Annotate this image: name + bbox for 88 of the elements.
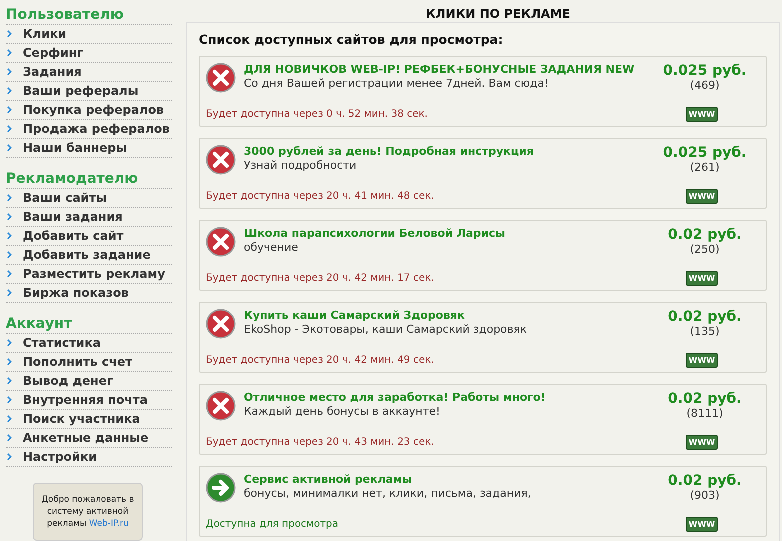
- sidebar-item[interactable]: Пополнить счет: [6, 353, 172, 372]
- chevron-icon: [7, 106, 12, 114]
- list-heading: Список доступных сайтов для просмотра:: [199, 31, 504, 49]
- site-title[interactable]: Сервис активной рекламы: [244, 472, 642, 487]
- price: 0.025 руб.: [663, 144, 747, 161]
- chevron-icon: [7, 87, 12, 95]
- sidebar-item[interactable]: Ваши задания: [6, 208, 172, 227]
- chevron-icon: [7, 251, 12, 259]
- site-description: Узнай подробности: [244, 158, 358, 173]
- visit-button[interactable]: WWW: [686, 188, 718, 204]
- price: 0.02 руб.: [668, 226, 742, 243]
- chevron-icon: [7, 377, 12, 385]
- chevron-icon: [7, 434, 12, 442]
- welcome-banner: Добро пожаловать в систему активной рекламы Web-IP.ru: [33, 483, 143, 541]
- availability-status: Будет доступна через 20 ч. 41 мин. 48 сек.: [206, 190, 434, 204]
- chevron-icon: [7, 125, 12, 133]
- price: 0.02 руб.: [668, 390, 742, 407]
- arrow-right-icon: [206, 472, 236, 503]
- sidebar-item[interactable]: Добавить задание: [6, 246, 172, 265]
- chevron-icon: [7, 339, 12, 347]
- view-count: (8111): [686, 406, 724, 421]
- price: 0.02 руб.: [668, 472, 742, 489]
- sidebar-heading: Рекламодателю: [6, 170, 172, 189]
- availability-status: Будет доступна через 20 ч. 42 мин. 49 сек.: [206, 354, 434, 368]
- view-count: (469): [690, 78, 720, 93]
- sidebar-item[interactable]: Покупка рефералов: [6, 101, 172, 120]
- sidebar-item[interactable]: Добавить сайт: [6, 227, 172, 246]
- sidebar-item[interactable]: Настройки: [6, 448, 172, 467]
- availability-status: Доступна для просмотра: [206, 518, 339, 532]
- sidebar-item[interactable]: Наши баннеры: [6, 139, 172, 158]
- site-title[interactable]: 3000 рублей за день! Подробная инструкция: [244, 144, 642, 159]
- availability-status: Будет доступна через 0 ч. 52 мин. 38 сек.: [206, 108, 428, 122]
- sidebar-item[interactable]: Продажа рефералов: [6, 120, 172, 139]
- close-icon: [206, 390, 236, 421]
- view-count: (903): [690, 488, 720, 503]
- chevron-icon: [7, 232, 12, 240]
- visit-button[interactable]: WWW: [686, 352, 718, 368]
- view-count: (135): [690, 324, 720, 339]
- sidebar-item[interactable]: Биржа показов: [6, 284, 172, 303]
- price: 0.02 руб.: [668, 308, 742, 325]
- sidebar-item[interactable]: Клики: [6, 25, 172, 44]
- availability-status: Будет доступна через 20 ч. 42 мин. 17 сек.: [206, 272, 434, 286]
- visit-button[interactable]: WWW: [686, 270, 718, 286]
- sidebar-item[interactable]: Внутренняя почта: [6, 391, 172, 410]
- site-description: обучение: [244, 240, 300, 255]
- site-description: EkoShop - Экотовары, каши Самарский здоровяк: [244, 322, 528, 337]
- sidebar-item[interactable]: Вывод денег: [6, 372, 172, 391]
- chevron-icon: [7, 49, 12, 57]
- chevron-icon: [7, 30, 12, 38]
- chevron-icon: [7, 396, 12, 404]
- chevron-icon: [7, 453, 12, 461]
- sidebar-heading: Пользователю: [6, 6, 172, 25]
- price: 0.025 руб.: [663, 62, 747, 79]
- sidebar-heading: Аккаунт: [6, 315, 172, 334]
- site-title[interactable]: Отличное место для заработка! Работы много!: [244, 390, 642, 405]
- sidebar-item[interactable]: Ваши рефералы: [6, 82, 172, 101]
- visit-button[interactable]: WWW: [686, 516, 718, 532]
- close-icon: [206, 62, 236, 93]
- site-description: Со дня Вашей регистрации менее 7дней. Вам сюда!: [244, 76, 550, 91]
- sidebar-item[interactable]: Разместить рекламу: [6, 265, 172, 284]
- chevron-icon: [7, 68, 12, 76]
- sidebar-item[interactable]: Поиск участника: [6, 410, 172, 429]
- chevron-icon: [7, 270, 12, 278]
- visit-button[interactable]: WWW: [686, 434, 718, 450]
- site-description: Каждый день бонусы в аккаунте!: [244, 404, 442, 419]
- site-title[interactable]: ДЛЯ НОВИЧКОВ WEB-IP! РЕФБЕК+БОНУСНЫЕ ЗАДАНИЯ NEW: [244, 62, 642, 77]
- visit-button[interactable]: WWW: [686, 106, 718, 122]
- chevron-icon: [7, 415, 12, 423]
- site-description: бонусы, минималки нет, клики, письма, задания,: [244, 486, 532, 501]
- sidebar-item[interactable]: Серфинг: [6, 44, 172, 63]
- sidebar-item[interactable]: Ваши сайты: [6, 189, 172, 208]
- close-icon: [206, 144, 236, 175]
- page-title: КЛИКИ ПО РЕКЛАМЕ: [425, 6, 572, 22]
- chevron-icon: [7, 289, 12, 297]
- chevron-icon: [7, 144, 12, 152]
- site-title[interactable]: Купить каши Самарский Здоровяк: [244, 308, 642, 323]
- close-icon: [206, 308, 236, 339]
- availability-status: Будет доступна через 20 ч. 43 мин. 23 сек.: [206, 436, 434, 450]
- close-icon: [206, 226, 236, 257]
- sidebar-item[interactable]: Задания: [6, 63, 172, 82]
- view-count: (261): [690, 160, 720, 175]
- sidebar-item[interactable]: Анкетные данные: [6, 429, 172, 448]
- sidebar-item[interactable]: Статистика: [6, 334, 172, 353]
- chevron-icon: [7, 194, 12, 202]
- view-count: (250): [690, 242, 720, 257]
- chevron-icon: [7, 358, 12, 366]
- site-title[interactable]: Школа парапсихологии Беловой Ларисы: [244, 226, 642, 241]
- chevron-icon: [7, 213, 12, 221]
